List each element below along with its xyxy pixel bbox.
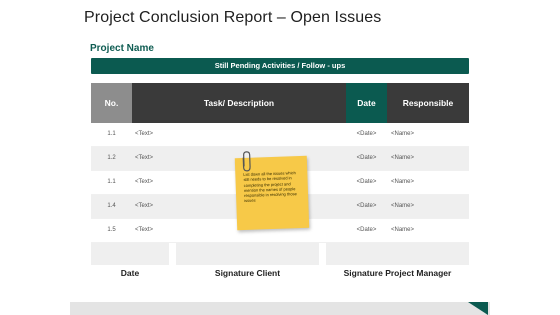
sticky-note: List down all the issues which still nee…: [234, 151, 310, 231]
row-number: 1.4: [107, 203, 116, 209]
pending-activities-banner: Still Pending Activities / Follow - ups: [91, 58, 469, 74]
header-no: No.: [91, 83, 132, 123]
row-name: <Name>: [391, 155, 415, 161]
row-date: <Date>: [356, 203, 377, 209]
signature-date-box[interactable]: [91, 243, 169, 265]
table-row: 1.1 <Text> <Date> <Name>: [91, 123, 469, 147]
row-date: <Date>: [356, 179, 377, 185]
signature-manager-label: Signature Project Manager: [343, 268, 452, 278]
table-header: No. Task/ Description Date Responsible: [91, 83, 469, 123]
row-task: <Text>: [135, 131, 154, 137]
row-name: <Name>: [391, 179, 415, 185]
header-task: Task/ Description: [132, 83, 346, 123]
footer-accent: [468, 302, 488, 315]
signature-manager-box[interactable]: [326, 243, 469, 265]
header-responsible: Responsible: [387, 83, 469, 123]
page-title: Project Conclusion Report – Open Issues: [84, 9, 382, 26]
row-number: 1.5: [107, 227, 116, 233]
row-name: <Name>: [391, 227, 415, 233]
sticky-note-text: List down all the issues which still nee…: [243, 170, 297, 204]
project-name-label: Project Name: [90, 43, 154, 54]
signature-client-box[interactable]: [176, 243, 319, 265]
row-number: 1.2: [107, 155, 116, 161]
signature-date-label: Date: [120, 268, 140, 278]
row-date: <Date>: [356, 131, 377, 137]
row-name: <Name>: [391, 131, 415, 137]
header-date: Date: [346, 83, 387, 123]
row-number: 1.1: [107, 179, 116, 185]
row-date: <Date>: [356, 155, 377, 161]
row-name: <Name>: [391, 203, 415, 209]
signature-client-label: Signature Client: [214, 268, 281, 278]
row-date: <Date>: [356, 227, 377, 233]
row-number: 1.1: [107, 131, 116, 137]
footer-bar: [70, 302, 490, 315]
